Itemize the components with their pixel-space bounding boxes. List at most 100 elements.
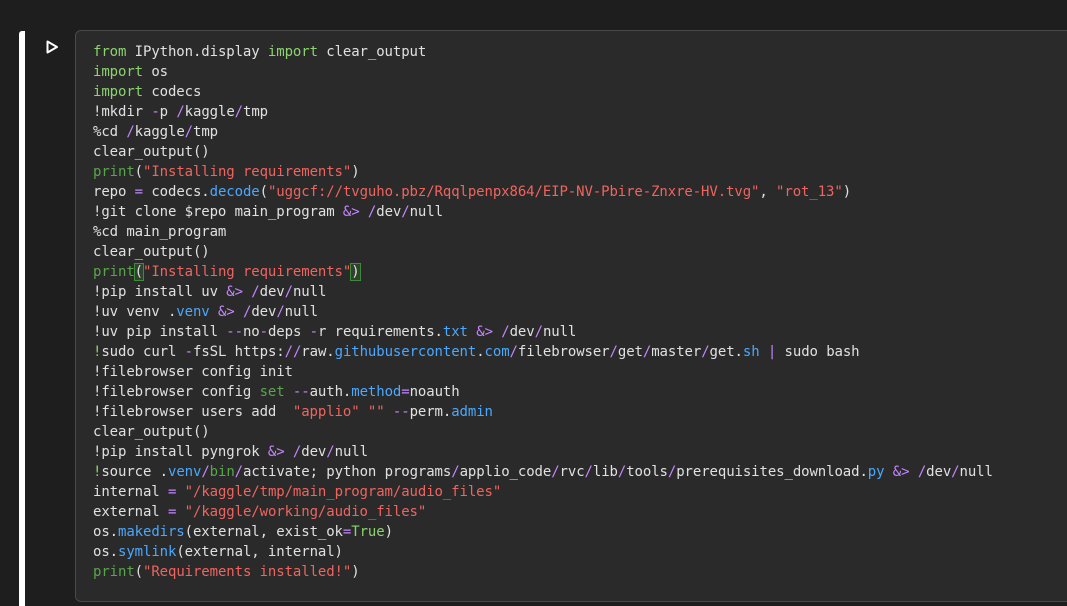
code-line[interactable]: clear_output()	[93, 242, 993, 262]
code-token: --	[292, 384, 310, 400]
code-line[interactable]: import codecs	[93, 82, 993, 102]
code-line[interactable]: from IPython.display import clear_output	[93, 42, 993, 62]
code-token: /	[534, 324, 543, 340]
code-token: clear_output()	[93, 144, 210, 160]
code-token: clear_output()	[93, 244, 210, 260]
code-token: &>	[892, 464, 910, 480]
code-line[interactable]: clear_output()	[93, 422, 993, 442]
code-token: from	[93, 44, 127, 60]
code-token: /	[584, 464, 593, 480]
code-token: /	[951, 464, 960, 480]
code-token: venv	[167, 464, 202, 480]
code-line[interactable]: os.makedirs(external, exist_ok=True)	[93, 522, 993, 542]
code-line[interactable]: print("Installing requirements")	[93, 262, 993, 282]
code-line[interactable]: import os	[93, 62, 993, 82]
play-icon	[46, 40, 58, 54]
code-cell-editor[interactable]: from IPython.display import clear_output…	[75, 30, 1067, 602]
top-bar	[0, 0, 1067, 14]
code-token: tmp	[243, 104, 268, 120]
code-token: applio_code	[459, 464, 552, 480]
code-line[interactable]: clear_output()	[93, 142, 993, 162]
code-token: no	[242, 324, 260, 340]
code-token: )	[842, 184, 852, 200]
code-line[interactable]: !filebrowser config init	[93, 362, 993, 382]
code-token: clear_output()	[93, 424, 210, 440]
code-token: os.	[93, 524, 118, 540]
code-token: /	[176, 104, 185, 120]
code-token: bin	[209, 464, 235, 480]
code-token: /	[184, 124, 193, 140]
code-line[interactable]: print("Installing requirements")	[93, 162, 993, 182]
code-line[interactable]: !filebrowser users add "applio" "" --per…	[93, 402, 993, 422]
code-token: dev	[926, 464, 952, 480]
code-token: !pip install pyngrok	[93, 444, 268, 460]
code-line[interactable]: %cd /kaggle/tmp	[93, 122, 993, 142]
code-token: /	[401, 204, 410, 220]
code-token: (external, exist_ok	[184, 524, 343, 540]
code-token: !filebrowser config	[93, 384, 260, 400]
code-line[interactable]: repo = codecs.decode("uggcf://tvguho.pbz…	[93, 182, 993, 202]
code-token: /	[234, 464, 243, 480]
code-line[interactable]: external = "/kaggle/working/audio_files"	[93, 502, 993, 522]
code-line[interactable]: !sudo curl -fsSL https://raw.githubuserc…	[93, 342, 993, 362]
code-line[interactable]: !pip install pyngrok &> /dev/null	[93, 442, 993, 462]
code-line[interactable]: !mkdir -p /kaggle/tmp	[93, 102, 993, 122]
code-block[interactable]: from IPython.display import clear_output…	[93, 42, 993, 582]
code-token: /	[201, 464, 210, 480]
code-token: fsSL https:	[192, 344, 285, 360]
code-token: /	[617, 464, 627, 480]
code-token: get	[617, 344, 643, 360]
code-token: admin	[451, 404, 493, 420]
code-token: symlink	[118, 544, 177, 560]
code-token: /	[551, 464, 560, 480]
code-token: tools	[626, 464, 668, 480]
code-token: import	[93, 64, 143, 80]
code-token: )	[384, 524, 393, 540]
code-line[interactable]: internal = "/kaggle/tmp/main_program/aud…	[93, 482, 993, 502]
code-token: %cd main_program	[93, 224, 227, 240]
run-cell-button[interactable]	[38, 33, 66, 61]
code-token: null	[542, 324, 577, 340]
code-token: /	[251, 284, 260, 300]
code-token: venv	[176, 304, 210, 320]
code-token: deps	[267, 324, 310, 340]
code-token: --	[226, 324, 243, 340]
code-line[interactable]: !filebrowser config set --auth.method=no…	[93, 382, 993, 402]
code-token: null	[959, 464, 993, 480]
code-line[interactable]: !pip install uv &> /dev/null	[93, 282, 993, 302]
code-token: source .	[101, 464, 168, 480]
code-line[interactable]: print("Requirements installed!")	[93, 562, 993, 582]
code-token: -	[151, 104, 160, 120]
code-line[interactable]: %cd main_program	[93, 222, 993, 242]
code-token: (	[259, 184, 268, 200]
code-token: githubusercontent	[334, 344, 477, 360]
code-token: "/kaggle/tmp/main_program/audio_files"	[184, 484, 502, 500]
code-line[interactable]: !git clone $repo main_program &> /dev/nu…	[93, 202, 993, 222]
code-token: /	[234, 104, 243, 120]
code-token: print	[93, 564, 135, 580]
code-token: py	[867, 464, 885, 480]
code-token: "rot_13"	[776, 184, 843, 200]
code-token: rvc	[559, 464, 585, 480]
code-line[interactable]: !source .venv/bin/activate; python progr…	[93, 462, 993, 482]
code-token: True	[351, 524, 385, 540]
code-token: /	[284, 284, 293, 300]
code-token: /	[292, 444, 302, 460]
code-token: /	[501, 324, 510, 340]
code-token: (	[134, 164, 143, 180]
code-token: master	[651, 344, 702, 360]
code-line[interactable]: !uv pip install --no-deps -r requirement…	[93, 322, 993, 342]
code-token: )	[350, 263, 361, 281]
code-token: makedirs	[118, 524, 185, 540]
code-token: lib	[592, 464, 618, 480]
code-line[interactable]: os.symlink(external, internal)	[93, 542, 993, 562]
code-token: &>	[476, 324, 493, 340]
code-line[interactable]: !uv venv .venv &> /dev/null	[93, 302, 993, 322]
code-token: sudo curl	[101, 344, 185, 360]
